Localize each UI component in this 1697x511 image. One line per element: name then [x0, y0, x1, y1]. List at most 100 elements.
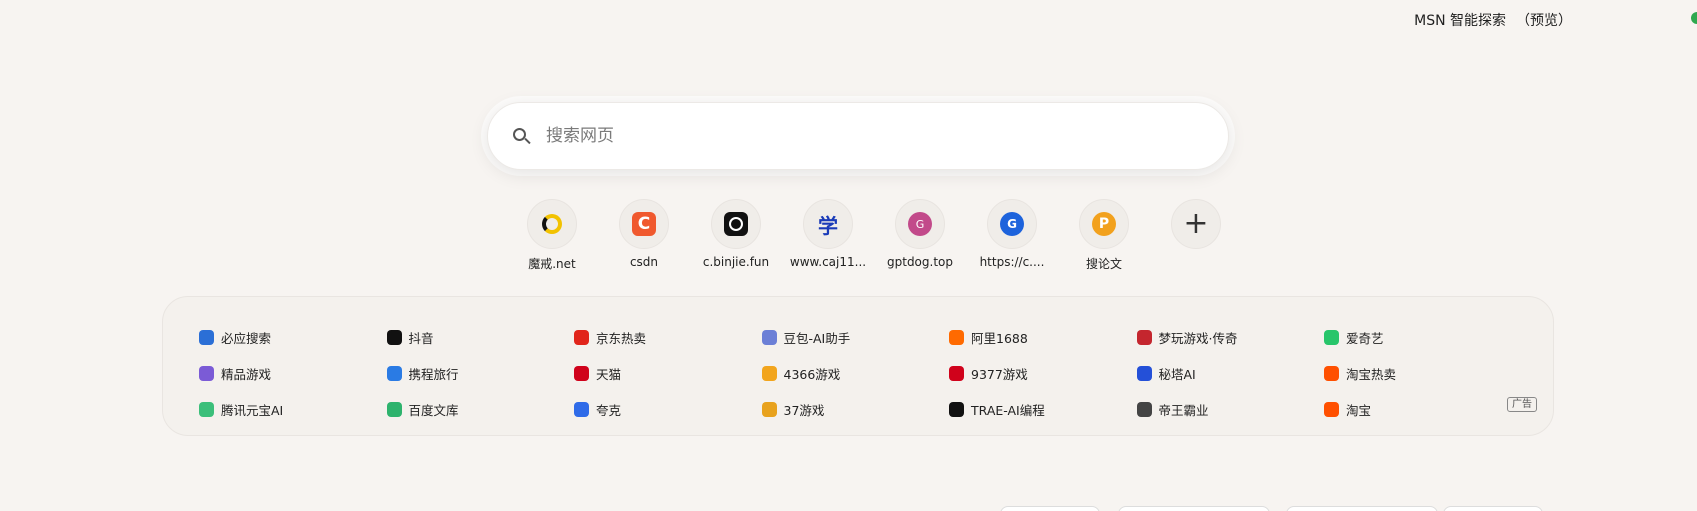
ad-badge: 广告 — [1507, 397, 1537, 412]
bookmark-link[interactable]: 携程旅行 — [386, 364, 575, 383]
bookmark-link[interactable]: 梦玩游戏·传奇 — [1136, 328, 1325, 347]
quick-link-label: 搜论文 — [1085, 257, 1122, 271]
bookmark-link[interactable]: 必应搜索 — [199, 328, 387, 347]
bookmark-label: 携程旅行 — [408, 366, 459, 382]
quick-link-binjie[interactable]: c.binjie.fun — [690, 199, 782, 272]
bookmark-link[interactable]: 帝王霸业 — [1136, 400, 1325, 419]
bookmark-label: TRAE-AI编程 — [971, 402, 1045, 418]
site-favicon-icon — [1136, 365, 1152, 381]
site-favicon-icon — [574, 365, 589, 381]
quick-link-label: csdn — [629, 255, 659, 269]
site-favicon-icon — [761, 401, 777, 417]
bookmark-label: 梦玩游戏·传奇 — [1158, 330, 1238, 346]
bookmark-link[interactable]: 秘塔AI — [1136, 364, 1325, 383]
add-quick-link-button[interactable]: + — [1150, 199, 1242, 272]
msn-explore-link[interactable]: MSN 智能探索 （预览） — [1414, 10, 1572, 30]
site-favicon-icon — [1136, 401, 1152, 417]
bookmark-label: 京东热卖 — [596, 330, 647, 346]
xue-logo-icon: 学 — [818, 213, 838, 238]
site-favicon-icon — [199, 365, 214, 381]
preview-label: （预览） — [1516, 13, 1572, 29]
site-favicon-icon — [761, 329, 777, 345]
bookmark-link[interactable]: 精品游戏 — [199, 364, 387, 383]
msn-label: MSN 智能探索 — [1414, 13, 1506, 29]
bottom-chip[interactable] — [1286, 506, 1438, 511]
openai-logo-icon — [724, 212, 748, 236]
quick-link-label: 魔戒.net — [528, 257, 576, 271]
site-favicon-icon — [386, 329, 402, 345]
bookmark-link[interactable]: 夸克 — [574, 400, 762, 419]
site-favicon-icon — [1136, 329, 1152, 345]
bookmark-label: 爱奇艺 — [1346, 330, 1384, 346]
quick-link-https[interactable]: G https://c.... — [966, 199, 1058, 272]
bookmark-link[interactable]: 9377游戏 — [949, 364, 1137, 383]
quick-link-caj[interactable]: 学 www.caj11... — [782, 199, 874, 272]
search-box[interactable] — [487, 102, 1229, 170]
bookmark-link[interactable]: 京东热卖 — [574, 328, 762, 347]
bookmark-label: 帝王霸业 — [1158, 402, 1209, 418]
profile-status-dot[interactable] — [1691, 12, 1697, 24]
bookmark-row: 必应搜索 抖音 京东热卖 豆包-AI助手 阿里1688 梦玩游戏·传奇 爱奇艺 — [199, 319, 1512, 355]
site-favicon-icon — [574, 401, 589, 417]
bookmark-label: 淘宝 — [1346, 402, 1372, 418]
quick-link-gptdog[interactable]: G gptdog.top — [874, 199, 966, 272]
site-favicon-icon — [949, 401, 964, 417]
quick-link-moring[interactable]: 魔戒.net — [506, 199, 598, 272]
bookmark-link[interactable]: 37游戏 — [761, 400, 950, 419]
bookmark-link[interactable]: 淘宝热卖 — [1324, 364, 1512, 383]
bookmark-label: 秘塔AI — [1158, 366, 1196, 382]
site-favicon-icon — [1324, 365, 1339, 381]
site-favicon-icon — [199, 329, 214, 345]
bookmark-link[interactable]: 爱奇艺 — [1324, 328, 1512, 347]
bookmark-label: 阿里1688 — [971, 330, 1028, 346]
bookmark-label: 夸克 — [596, 402, 622, 418]
site-favicon-icon — [1324, 329, 1339, 345]
site-favicon-icon — [1324, 401, 1339, 417]
bookmark-label: 天猫 — [596, 366, 622, 382]
plus-icon: + — [1183, 206, 1209, 241]
bookmark-link[interactable]: 豆包-AI助手 — [761, 328, 950, 347]
g-pink-logo-icon: G — [908, 212, 932, 236]
bookmark-link[interactable]: 百度文库 — [386, 400, 575, 419]
bottom-chip[interactable] — [1443, 506, 1543, 511]
quick-link-label: c.binjie.fun — [702, 255, 770, 269]
bookmark-link[interactable]: TRAE-AI编程 — [949, 400, 1137, 419]
quick-link-soulunwen[interactable]: P 搜论文 — [1058, 199, 1150, 272]
site-favicon-icon — [949, 329, 964, 345]
search-input[interactable] — [546, 126, 1166, 146]
quick-link-label: gptdog.top — [887, 255, 953, 269]
bookmark-label: 精品游戏 — [221, 366, 272, 382]
site-favicon-icon — [386, 365, 402, 381]
bookmark-link[interactable]: 阿里1688 — [949, 328, 1137, 347]
bookmark-link[interactable]: 腾讯元宝AI — [199, 400, 387, 419]
bookmark-label: 4366游戏 — [783, 366, 841, 382]
site-favicon-icon — [761, 365, 777, 381]
quick-link-label: https://c.... — [979, 255, 1045, 269]
site-favicon-icon — [199, 401, 214, 417]
bookmark-label: 9377游戏 — [971, 366, 1028, 382]
site-favicon-icon — [386, 401, 402, 417]
bookmark-link[interactable]: 4366游戏 — [761, 364, 950, 383]
bookmark-label: 淘宝热卖 — [1346, 366, 1397, 382]
bookmark-link[interactable]: 抖音 — [386, 328, 575, 347]
bottom-chip[interactable] — [1000, 506, 1100, 511]
bookmark-label: 腾讯元宝AI — [221, 402, 284, 418]
g-blue-logo-icon: G — [1000, 212, 1024, 236]
bookmark-row: 腾讯元宝AI 百度文库 夸克 37游戏 TRAE-AI编程 帝王霸业 淘宝 — [199, 391, 1512, 427]
bookmark-label: 百度文库 — [408, 402, 459, 418]
bookmarks-panel: 必应搜索 抖音 京东热卖 豆包-AI助手 阿里1688 梦玩游戏·传奇 爱奇艺精品游戏 携程旅… — [162, 296, 1554, 436]
bookmark-label: 豆包-AI助手 — [783, 330, 851, 346]
bookmark-label: 必应搜索 — [221, 330, 272, 346]
csdn-logo-icon: C — [632, 212, 656, 236]
p-logo-icon: P — [1092, 212, 1116, 236]
site-favicon-icon — [949, 365, 964, 381]
bookmark-row: 精品游戏 携程旅行 天猫 4366游戏 9377游戏 秘塔AI 淘宝热卖 — [199, 355, 1512, 391]
bookmark-label: 抖音 — [408, 330, 434, 346]
bookmark-link[interactable]: 淘宝 — [1324, 400, 1512, 419]
bookmark-link[interactable]: 天猫 — [574, 364, 762, 383]
quick-link-label: www.caj11... — [789, 255, 867, 269]
search-icon — [510, 125, 532, 147]
bookmark-label: 37游戏 — [783, 402, 825, 418]
quick-link-csdn[interactable]: C csdn — [598, 199, 690, 272]
bottom-chip[interactable] — [1118, 506, 1270, 511]
